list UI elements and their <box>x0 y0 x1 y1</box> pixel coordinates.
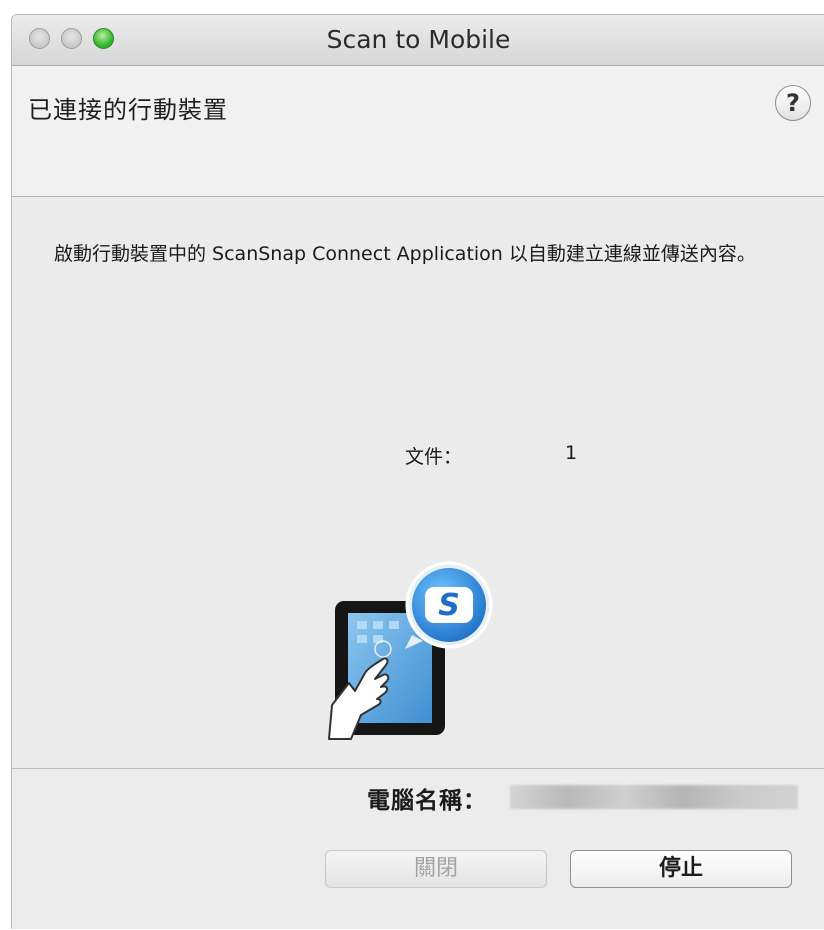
svg-text:S: S <box>438 588 460 623</box>
title-bar: Scan to Mobile <box>12 15 824 66</box>
scan-to-mobile-window: Scan to Mobile 已連接的行動裝置 ? 啟動行動裝置中的 ScanS… <box>11 14 824 929</box>
header-panel: 已連接的行動裝置 ? <box>12 66 824 197</box>
main-panel: 啟動行動裝置中的 ScanSnap Connect Application 以自… <box>12 197 824 768</box>
page-title: 已連接的行動裝置 <box>28 96 228 124</box>
files-count: 1 <box>565 442 578 464</box>
scansnap-tablet-icon: S <box>328 561 493 740</box>
window-title: Scan to Mobile <box>326 25 511 54</box>
instructions-text: 啟動行動裝置中的 ScanSnap Connect Application 以自… <box>54 243 756 265</box>
minimize-window-icon[interactable] <box>61 28 82 49</box>
computer-name-value <box>510 785 798 809</box>
files-label: 文件： <box>405 446 463 468</box>
footer-divider <box>12 768 824 769</box>
close-window-icon[interactable] <box>29 28 50 49</box>
stop-button[interactable]: 停止 <box>570 850 792 888</box>
close-button[interactable]: 關閉 <box>325 850 547 888</box>
zoom-window-icon[interactable] <box>93 28 114 49</box>
computer-name-label: 電腦名稱： <box>367 788 487 814</box>
help-icon[interactable]: ? <box>775 85 811 121</box>
